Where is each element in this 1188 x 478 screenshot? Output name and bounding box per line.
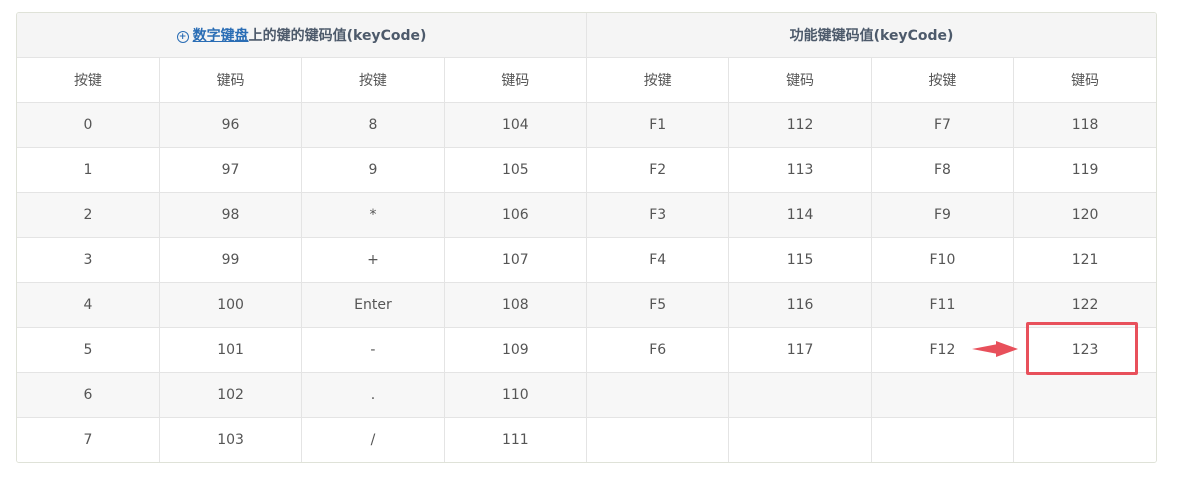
key-cell: F5 <box>585 282 730 328</box>
code-cell: 107 <box>443 237 588 283</box>
group-header-row: + 数字键盘上的键的键码值(keyCode) 功能键键码值(keyCode) <box>17 13 1156 58</box>
table-row: 3 99 + 107 F4 115 F10 121 <box>17 237 1156 283</box>
code-cell: 114 <box>728 192 872 238</box>
key-cell: 9 <box>301 147 445 193</box>
keycode-table: + 数字键盘上的键的键码值(keyCode) 功能键键码值(keyCode) 按键… <box>17 13 1156 462</box>
code-cell: 112 <box>728 102 872 148</box>
code-cell-highlighted: 123 <box>1013 327 1156 373</box>
table-row: 5 101 - 109 F6 117 F12 123 <box>17 327 1156 373</box>
table-row: 2 98 * 106 F3 114 F9 120 <box>17 192 1156 238</box>
code-cell: 98 <box>158 192 303 238</box>
code-cell: 99 <box>158 237 303 283</box>
table-row: 4 100 Enter 108 F5 116 F11 122 <box>17 282 1156 328</box>
empty-cell <box>585 372 730 418</box>
key-cell: 5 <box>17 327 160 373</box>
empty-cell <box>1013 417 1156 462</box>
numpad-group-header: + 数字键盘上的键的键码值(keyCode) <box>17 13 587 58</box>
code-cell: 111 <box>443 417 588 462</box>
function-key-group-header: 功能键键码值(keyCode) <box>586 13 1156 58</box>
column-header-row: 按键 键码 按键 键码 按键 键码 按键 键码 <box>17 57 1156 103</box>
numpad-group-title-rest: 上的键的键码值(keyCode) <box>248 28 427 44</box>
key-cell: 2 <box>17 192 160 238</box>
key-cell: Enter <box>301 282 445 328</box>
key-cell: F4 <box>585 237 730 283</box>
table-row: 1 97 9 105 F2 113 F8 119 <box>17 147 1156 193</box>
key-cell: F12 <box>870 327 1015 373</box>
key-cell: 8 <box>301 102 445 148</box>
key-cell: 4 <box>17 282 160 328</box>
key-cell: F1 <box>585 102 730 148</box>
key-cell: . <box>301 372 445 418</box>
code-cell: 106 <box>443 192 588 238</box>
code-cell: 122 <box>1013 282 1156 328</box>
code-cell: 104 <box>443 102 588 148</box>
key-cell: F10 <box>870 237 1015 283</box>
table-body: 0 96 8 104 F1 112 F7 118 1 97 9 105 F2 1… <box>17 102 1156 462</box>
table-row: 0 96 8 104 F1 112 F7 118 <box>17 102 1156 148</box>
key-cell: F9 <box>870 192 1015 238</box>
key-cell: F6 <box>585 327 730 373</box>
column-header: 按键 <box>870 57 1015 103</box>
key-cell: + <box>301 237 445 283</box>
code-cell: 108 <box>443 282 588 328</box>
code-cell: 118 <box>1013 102 1156 148</box>
key-cell: 7 <box>17 417 160 462</box>
keycode-table-container: + 数字键盘上的键的键码值(keyCode) 功能键键码值(keyCode) 按键… <box>16 12 1157 463</box>
column-header: 键码 <box>728 57 872 103</box>
code-cell: 110 <box>443 372 588 418</box>
code-cell: 97 <box>158 147 303 193</box>
empty-cell <box>870 417 1015 462</box>
column-header: 按键 <box>17 57 160 103</box>
key-cell: F8 <box>870 147 1015 193</box>
key-cell: * <box>301 192 445 238</box>
empty-cell <box>728 417 872 462</box>
code-cell: 115 <box>728 237 872 283</box>
code-cell: 113 <box>728 147 872 193</box>
key-cell: F11 <box>870 282 1015 328</box>
code-cell: 102 <box>158 372 303 418</box>
numpad-link[interactable]: 数字键盘 <box>193 28 249 44</box>
column-header: 键码 <box>443 57 588 103</box>
column-header: 按键 <box>585 57 730 103</box>
empty-cell <box>585 417 730 462</box>
code-cell: 116 <box>728 282 872 328</box>
code-cell: 105 <box>443 147 588 193</box>
code-cell: 103 <box>158 417 303 462</box>
empty-cell <box>1013 372 1156 418</box>
code-cell: 117 <box>728 327 872 373</box>
empty-cell <box>870 372 1015 418</box>
key-cell: F2 <box>585 147 730 193</box>
column-header: 键码 <box>158 57 303 103</box>
code-cell: 119 <box>1013 147 1156 193</box>
table-row: 6 102 . 110 <box>17 372 1156 418</box>
key-cell: - <box>301 327 445 373</box>
column-header: 键码 <box>1013 57 1156 103</box>
code-cell: 121 <box>1013 237 1156 283</box>
column-header: 按键 <box>301 57 445 103</box>
code-cell: 96 <box>158 102 303 148</box>
table-row: 7 103 / 111 <box>17 417 1156 462</box>
key-cell: F7 <box>870 102 1015 148</box>
plus-circle-icon: + <box>176 31 189 43</box>
empty-cell <box>728 372 872 418</box>
code-cell: 120 <box>1013 192 1156 238</box>
key-cell: 3 <box>17 237 160 283</box>
code-cell: 101 <box>158 327 303 373</box>
code-cell: 100 <box>158 282 303 328</box>
key-cell: 6 <box>17 372 160 418</box>
key-cell: 0 <box>17 102 160 148</box>
key-cell: 1 <box>17 147 160 193</box>
code-cell: 109 <box>443 327 588 373</box>
key-cell: F3 <box>585 192 730 238</box>
key-cell: / <box>301 417 445 462</box>
